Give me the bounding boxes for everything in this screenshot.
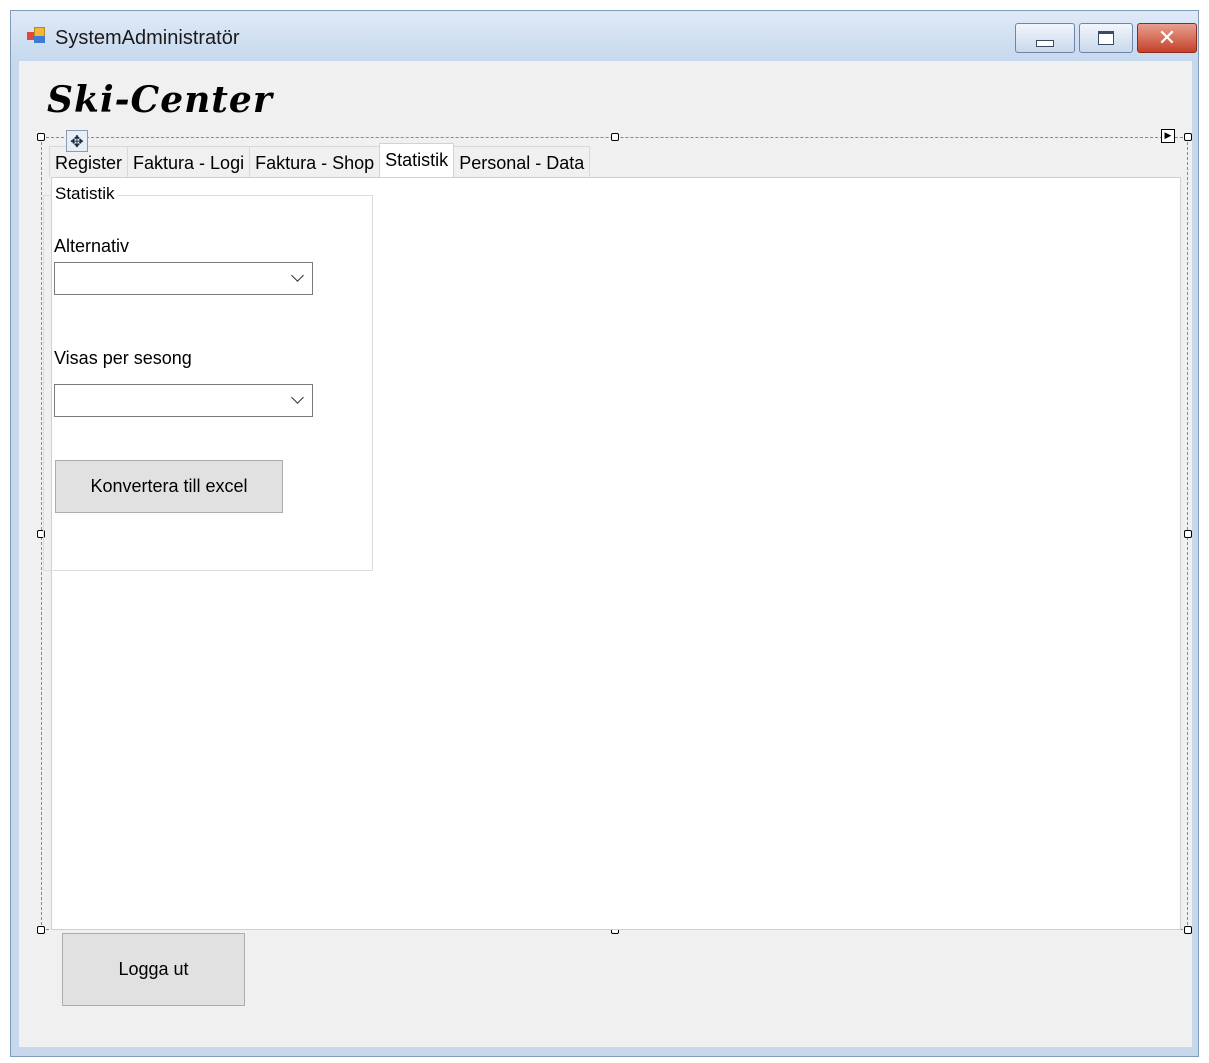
maximize-icon [1098,31,1114,45]
close-icon: ✕ [1157,25,1177,51]
season-combobox[interactable] [54,384,313,417]
groupbox-title: Statistik [52,184,118,204]
chevron-down-icon [291,391,304,404]
resize-handle-right[interactable] [1184,530,1192,538]
resize-handle-top-right[interactable] [1184,133,1192,141]
app-window: SystemAdministratör ✕ Ski-Center Registe… [10,10,1199,1057]
tab-strip: Register Faktura - Logi Faktura - Shop S… [49,143,591,178]
minimize-button[interactable] [1015,23,1075,53]
tab-statistik[interactable]: Statistik [379,143,455,178]
chevron-down-icon [291,269,304,282]
app-icon [27,27,45,43]
tab-personal-data[interactable]: Personal - Data [453,146,591,177]
tab-faktura-shop[interactable]: Faktura - Shop [249,146,381,177]
convert-to-excel-button[interactable]: Konvertera till excel [55,460,283,513]
title-bar[interactable]: SystemAdministratör ✕ [11,11,1198,61]
ski-center-logo: Ski-Center [47,79,273,121]
resize-handle-bottom-right[interactable] [1184,926,1192,934]
alternativ-label: Alternativ [54,236,130,256]
move-icon[interactable]: ✥ [66,130,88,152]
resize-handle-top-left[interactable] [37,133,45,141]
tab-register[interactable]: Register [49,146,129,177]
window-title: SystemAdministratör [55,27,240,49]
form-client-area: Ski-Center Register Faktura - Logi Faktu… [19,61,1192,1047]
close-button[interactable]: ✕ [1137,23,1197,53]
resize-handle-bottom-left[interactable] [37,926,45,934]
season-label: Visas per sesong [54,348,192,368]
minimize-icon [1036,39,1054,47]
smart-tag-icon[interactable]: ▶ [1161,129,1175,143]
statistik-groupbox: Statistik Alternativ Visas per sesong Ko… [43,184,373,571]
alternativ-combobox[interactable] [54,262,313,295]
maximize-button[interactable] [1079,23,1133,53]
resize-handle-top[interactable] [611,133,619,141]
logout-button[interactable]: Logga ut [62,933,245,1006]
tab-faktura-logi[interactable]: Faktura - Logi [127,146,251,177]
